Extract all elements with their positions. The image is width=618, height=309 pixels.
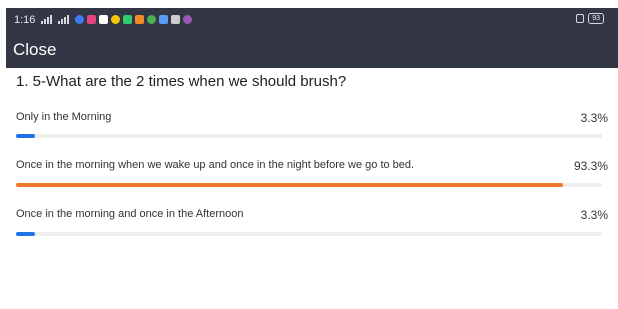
status-bar: 1:16 93 — [6, 8, 618, 31]
status-time: 1:16 — [14, 13, 36, 26]
result-bar-fill — [16, 183, 563, 187]
vibrate-icon — [576, 14, 585, 23]
result-bar-fill — [16, 134, 36, 138]
question-title: 1. 5-What are the 2 times when we should… — [16, 73, 347, 90]
notification-icon — [123, 15, 133, 24]
close-button[interactable]: Close — [13, 40, 56, 60]
battery-icon: 93 — [588, 13, 604, 24]
notification-icon — [99, 15, 109, 24]
option-label: Only in the Morning — [16, 111, 112, 123]
result-bar-track — [16, 183, 602, 187]
notification-icons — [75, 15, 193, 24]
notification-icon — [183, 15, 193, 24]
result-bar-track — [16, 232, 602, 236]
status-right: 93 — [576, 13, 604, 24]
option-percent: 3.3% — [580, 208, 608, 222]
notification-icon — [111, 15, 121, 24]
notification-icon — [171, 15, 181, 24]
result-bar-fill — [16, 232, 36, 236]
signal-icon-2 — [58, 15, 70, 24]
option-label: Once in the morning when we wake up and … — [16, 159, 415, 171]
notification-icon — [147, 15, 157, 24]
header-bar: Close — [6, 31, 618, 68]
option-percent: 93.3% — [573, 159, 608, 173]
option-label: Once in the morning and once in the Afte… — [16, 208, 244, 220]
option-percent: 3.3% — [580, 111, 608, 125]
result-bar-track — [16, 134, 602, 138]
signal-icon — [41, 15, 53, 24]
notification-icon — [87, 15, 97, 24]
notification-icon — [75, 15, 85, 24]
notification-icon — [135, 15, 145, 24]
notification-icon — [159, 15, 169, 24]
